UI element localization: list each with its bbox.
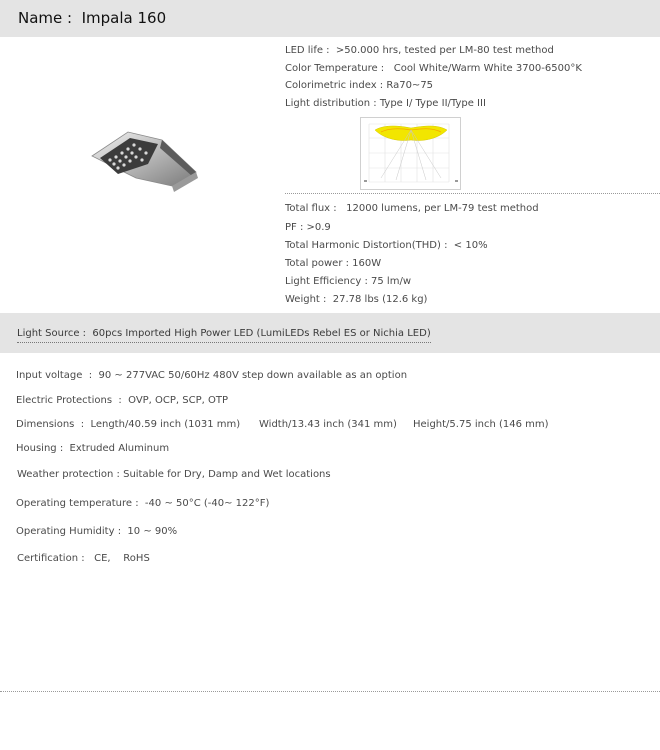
dimensions-length: Dimensions : Length/40.59 inch (1031 mm) bbox=[16, 419, 241, 430]
spec-pf: PF : >0.9 bbox=[285, 222, 331, 233]
spec-housing: Housing : Extruded Aluminum bbox=[16, 443, 170, 454]
dimensions-width: Width/13.43 inch (341 mm) bbox=[259, 419, 397, 430]
spec-thd: Total Harmonic Distortion(THD) : < 10% bbox=[285, 240, 488, 251]
spec-led-life: LED life : >50.000 hrs, tested per LM-80… bbox=[285, 45, 554, 56]
spec-total-power: Total power : 160W bbox=[285, 258, 382, 269]
spec-weather-protection: Weather protection : Suitable for Dry, D… bbox=[17, 469, 331, 480]
spec-electric-protections: Electric Protections : OVP, OCP, SCP, OT… bbox=[16, 395, 229, 406]
spec-certification: Certification : CE, RoHS bbox=[17, 553, 150, 564]
spec-operating-humidity: Operating Humidity : 10 ~ 90% bbox=[16, 526, 178, 537]
spec-colorimetric-index: Colorimetric index : Ra70~75 bbox=[285, 80, 434, 91]
product-header: Name : Impala 160 bbox=[0, 0, 660, 37]
spec-light-efficiency: Light Efficiency : 75 lm/w bbox=[285, 276, 412, 287]
section-divider bbox=[285, 193, 660, 194]
footer-divider bbox=[0, 691, 660, 692]
light-distribution-diagram bbox=[360, 117, 461, 190]
product-name: Name : Impala 160 bbox=[18, 9, 167, 27]
spec-weight: Weight : 27.78 lbs (12.6 kg) bbox=[285, 294, 428, 305]
dimensions-height: Height/5.75 inch (146 mm) bbox=[413, 419, 549, 430]
spec-input-voltage: Input voltage : 90 ~ 277VAC 50/60Hz 480V… bbox=[16, 370, 408, 381]
spec-operating-temperature: Operating temperature : -40 ~ 50°C (-40~… bbox=[16, 498, 270, 509]
light-source-text: Light Source : 60pcs Imported High Power… bbox=[17, 328, 431, 343]
spec-dimensions: Dimensions : Length/40.59 inch (1031 mm)… bbox=[16, 419, 616, 433]
spec-light-distribution: Light distribution : Type I/ Type II/Typ… bbox=[285, 98, 486, 109]
spec-total-flux: Total flux : 12000 lumens, per LM-79 tes… bbox=[285, 203, 539, 214]
street-light-image bbox=[91, 131, 198, 192]
spec-color-temperature: Color Temperature : Cool White/Warm Whit… bbox=[285, 63, 582, 74]
light-source-band: Light Source : 60pcs Imported High Power… bbox=[0, 313, 660, 353]
